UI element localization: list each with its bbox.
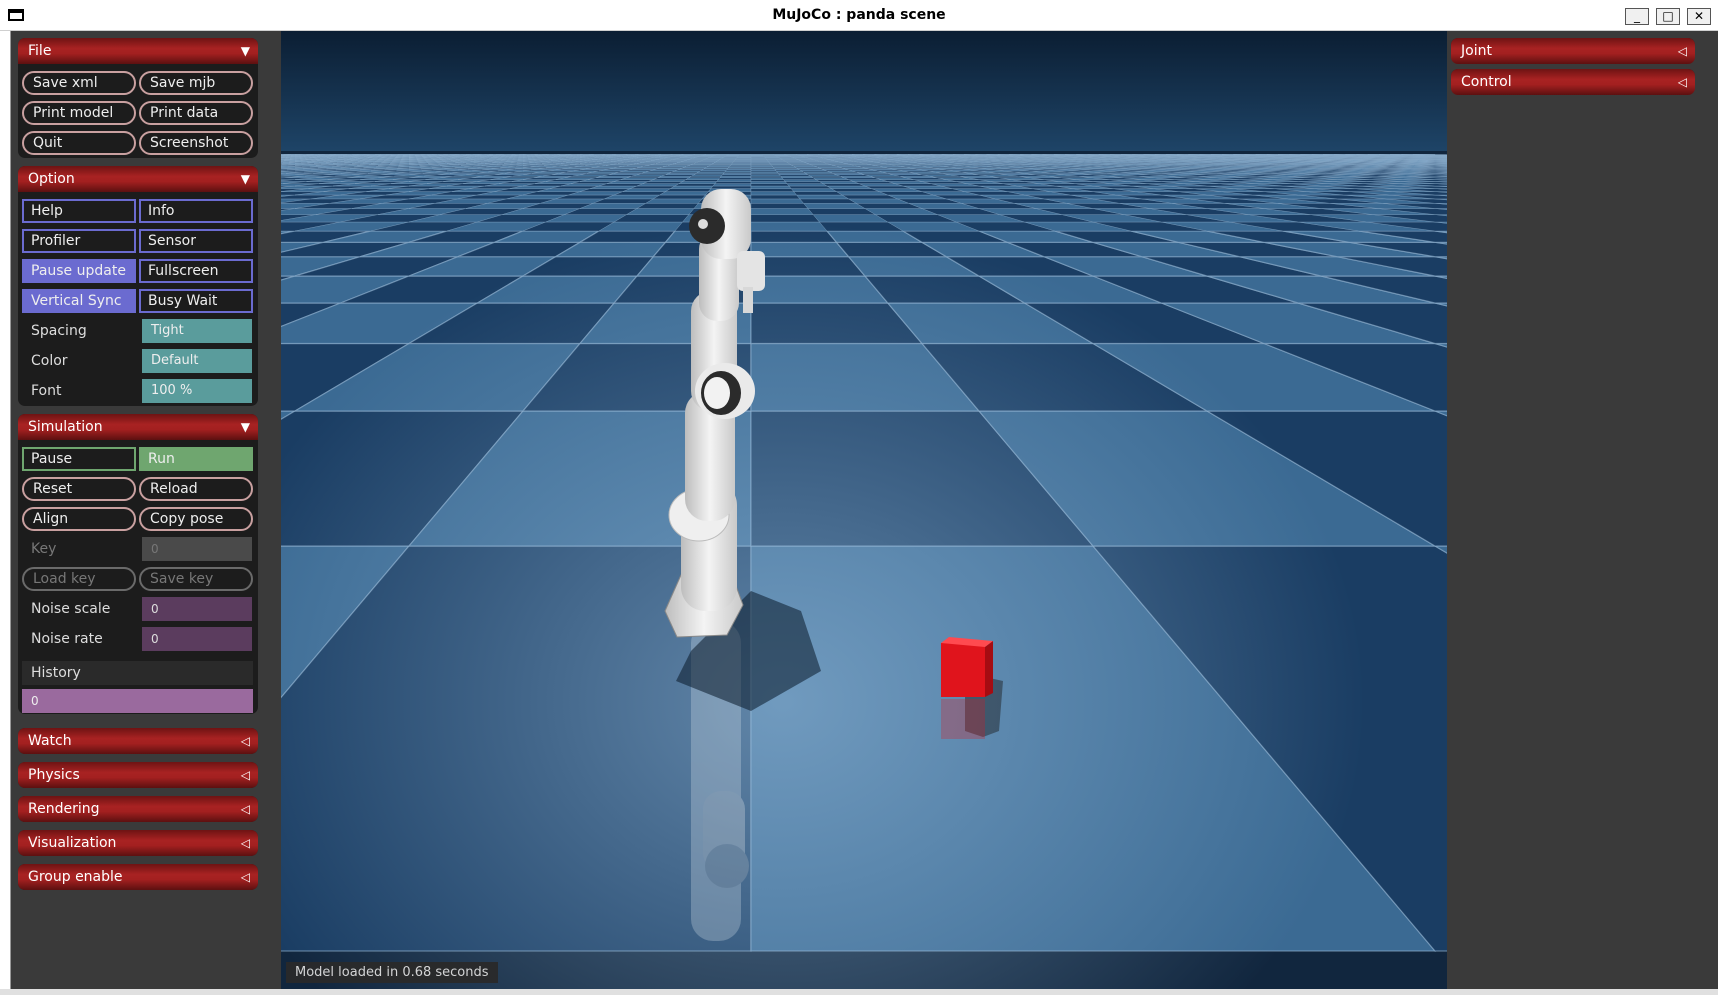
watch-section-header[interactable]: Watch ◁ xyxy=(18,728,258,754)
noise-rate-field[interactable]: 0 xyxy=(142,627,252,651)
physics-section: Physics ◁ xyxy=(18,762,258,788)
right-panel: Joint ◁ Control ◁ xyxy=(1447,31,1718,989)
group-enable-section: Group enable ◁ xyxy=(18,864,258,890)
joint-section-title: Joint xyxy=(1461,43,1492,59)
history-slider[interactable]: 0 xyxy=(22,689,253,713)
visualization-section: Visualization ◁ xyxy=(18,830,258,856)
align-button[interactable]: Align xyxy=(22,507,136,531)
collapse-arrow-icon: ▼ xyxy=(240,44,250,58)
option-section-header[interactable]: Option ▼ xyxy=(18,166,258,192)
control-section-title: Control xyxy=(1461,74,1512,90)
key-slider[interactable]: 0 xyxy=(142,537,252,561)
pause-radio[interactable]: Pause xyxy=(22,447,136,471)
simulation-section-title: Simulation xyxy=(28,419,103,435)
window-title: MuJoCo : panda scene xyxy=(772,7,946,23)
maximize-button[interactable]: □ xyxy=(1656,8,1680,25)
reload-button[interactable]: Reload xyxy=(139,477,253,501)
vertical-sync-checkbox[interactable]: Vertical Sync xyxy=(22,289,136,313)
expand-arrow-icon: ◁ xyxy=(240,768,250,782)
status-message: Model loaded in 0.68 seconds xyxy=(286,962,498,983)
screenshot-button[interactable]: Screenshot xyxy=(139,131,253,155)
group-enable-section-header[interactable]: Group enable ◁ xyxy=(18,864,258,890)
color-select[interactable]: Default xyxy=(142,349,252,373)
color-label: Color xyxy=(31,353,68,369)
font-label: Font xyxy=(31,383,62,399)
watch-section: Watch ◁ xyxy=(18,728,258,754)
noise-rate-label: Noise rate xyxy=(31,631,103,647)
quit-button[interactable]: Quit xyxy=(22,131,136,155)
option-section-title: Option xyxy=(28,171,75,187)
visualization-section-header[interactable]: Visualization ◁ xyxy=(18,830,258,856)
file-section-title: File xyxy=(28,43,52,59)
close-button[interactable]: ✕ xyxy=(1687,8,1711,25)
expand-arrow-icon: ◁ xyxy=(1677,75,1687,89)
watch-section-title: Watch xyxy=(28,733,72,749)
sensor-checkbox[interactable]: Sensor xyxy=(139,229,253,253)
control-section: Control ◁ xyxy=(1451,69,1695,95)
print-data-button[interactable]: Print data xyxy=(139,101,253,125)
left-panel: File ▼ Save xml Save mjb Print model Pri… xyxy=(11,31,281,989)
title-bar: MuJoCo : panda scene _ □ ✕ xyxy=(0,0,1718,31)
app-window: File ▼ Save xml Save mjb Print model Pri… xyxy=(10,31,1718,989)
save-key-button[interactable]: Save key xyxy=(139,567,253,591)
minimize-button[interactable]: _ xyxy=(1625,8,1649,25)
file-section: File ▼ Save xml Save mjb Print model Pri… xyxy=(18,38,258,158)
load-key-button[interactable]: Load key xyxy=(22,567,136,591)
copy-pose-button[interactable]: Copy pose xyxy=(139,507,253,531)
expand-arrow-icon: ◁ xyxy=(240,802,250,816)
control-section-header[interactable]: Control ◁ xyxy=(1451,69,1695,95)
joint-section: Joint ◁ xyxy=(1451,38,1695,64)
print-model-button[interactable]: Print model xyxy=(22,101,136,125)
key-label: Key xyxy=(31,541,57,557)
group-enable-section-title: Group enable xyxy=(28,869,123,885)
info-checkbox[interactable]: Info xyxy=(139,199,253,223)
visualization-section-title: Visualization xyxy=(28,835,117,851)
rendering-section: Rendering ◁ xyxy=(18,796,258,822)
simulation-section-header[interactable]: Simulation ▼ xyxy=(18,414,258,440)
font-select[interactable]: 100 % xyxy=(142,379,252,403)
expand-arrow-icon: ◁ xyxy=(240,870,250,884)
noise-scale-field[interactable]: 0 xyxy=(142,597,252,621)
physics-section-header[interactable]: Physics ◁ xyxy=(18,762,258,788)
collapse-arrow-icon: ▼ xyxy=(240,172,250,186)
busy-wait-checkbox[interactable]: Busy Wait xyxy=(139,289,253,313)
spacing-select[interactable]: Tight xyxy=(142,319,252,343)
scene-render xyxy=(281,31,1447,989)
save-xml-button[interactable]: Save xml xyxy=(22,71,136,95)
expand-arrow-icon: ◁ xyxy=(240,734,250,748)
3d-viewport[interactable]: Model loaded in 0.68 seconds xyxy=(281,31,1447,989)
physics-section-title: Physics xyxy=(28,767,80,783)
pause-update-checkbox[interactable]: Pause update xyxy=(22,259,136,283)
run-radio[interactable]: Run xyxy=(139,447,253,471)
joint-section-header[interactable]: Joint ◁ xyxy=(1451,38,1695,64)
profiler-checkbox[interactable]: Profiler xyxy=(22,229,136,253)
save-mjb-button[interactable]: Save mjb xyxy=(139,71,253,95)
floor-light-glow xyxy=(281,31,1447,989)
rendering-section-title: Rendering xyxy=(28,801,100,817)
fullscreen-checkbox[interactable]: Fullscreen xyxy=(139,259,253,283)
expand-arrow-icon: ◁ xyxy=(240,836,250,850)
rendering-section-header[interactable]: Rendering ◁ xyxy=(18,796,258,822)
expand-arrow-icon: ◁ xyxy=(1677,44,1687,58)
noise-scale-label: Noise scale xyxy=(31,601,111,617)
spacing-label: Spacing xyxy=(31,323,87,339)
help-checkbox[interactable]: Help xyxy=(22,199,136,223)
reset-button[interactable]: Reset xyxy=(22,477,136,501)
history-label: History xyxy=(22,661,253,685)
file-section-header[interactable]: File ▼ xyxy=(18,38,258,64)
collapse-arrow-icon: ▼ xyxy=(240,420,250,434)
window-bottom-border xyxy=(0,989,1718,995)
option-section: Option ▼ Help Info Profiler Sensor Pause… xyxy=(18,166,258,406)
simulation-section: Simulation ▼ Pause Run Reset Reload Alig… xyxy=(18,414,258,714)
